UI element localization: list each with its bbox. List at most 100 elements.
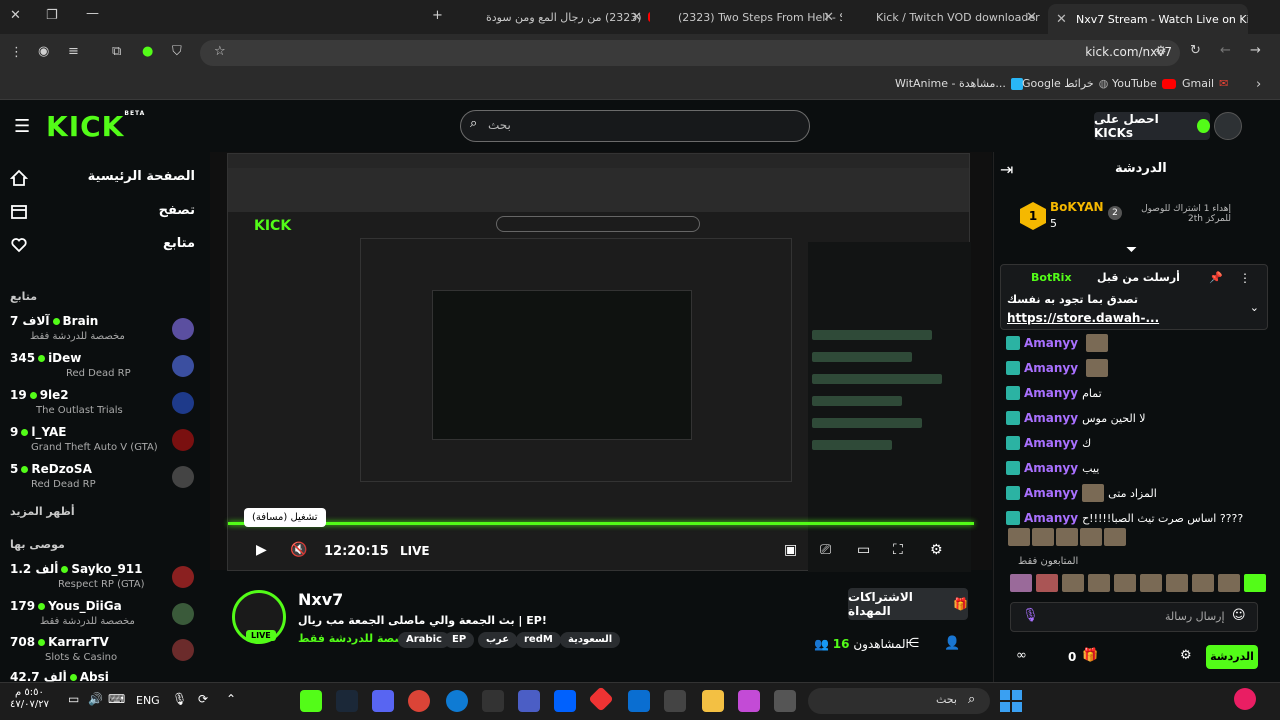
tray-expand-icon[interactable]: ⌃ (226, 692, 236, 706)
pinned-link[interactable]: https://store.dawah-... (1007, 311, 1159, 325)
sync-icon[interactable]: ⟳ (198, 692, 208, 706)
menu-dots-icon[interactable]: ⋮ (10, 45, 23, 60)
microphone-icon[interactable]: 🎙 (1022, 608, 1039, 623)
settings-gear-icon[interactable]: ⚙ (930, 542, 948, 560)
chat-filter-icon[interactable]: ⏷ (1126, 242, 1137, 258)
kick-logo[interactable]: KICKBETA (46, 110, 145, 143)
nav-browse[interactable]: تصفح (159, 203, 195, 218)
mute-icon[interactable]: 🔇 (290, 542, 308, 560)
chevron-down-icon[interactable]: ⌄ (1250, 301, 1259, 314)
discord-icon[interactable] (372, 690, 394, 712)
search-input[interactable] (460, 110, 810, 142)
chat-message: Amanyy ييب (1006, 457, 1099, 479)
close-tab-icon[interactable]: ✕ (823, 10, 834, 25)
video-progress-bar[interactable] (228, 522, 974, 525)
sidebar-channel-brain[interactable]: 7 آلاف Brain مخصصة للدردشة فقط (10, 314, 195, 350)
bookmarks-more-icon[interactable]: › (1256, 77, 1261, 92)
recommended-section-title: موصى بها (10, 538, 65, 551)
tab-kick-active[interactable]: ✕ Nxv7 Stream - Watch Live on Ki K (1048, 4, 1248, 34)
extension-icon[interactable]: ◉ (38, 44, 49, 59)
mic-tray-icon[interactable]: 🎙 (172, 692, 187, 706)
user-avatar[interactable] (1214, 112, 1242, 140)
forward-icon[interactable]: ← (1220, 43, 1231, 58)
nav-home[interactable]: الصفحة الرئيسية (88, 169, 195, 184)
sidebar-channel-idew[interactable]: 345 iDew Red Dead RP (10, 351, 195, 387)
sidebar-channel-karrartv[interactable]: 708 KarrarTV Slots & Casino (10, 635, 195, 671)
profile-tray-icon[interactable] (1234, 688, 1256, 710)
steam-icon[interactable] (336, 690, 358, 712)
task-view-icon[interactable] (774, 690, 796, 712)
sidebar-channel-absi[interactable]: 42.7 ألف Absi (10, 670, 195, 682)
follow-user-icon[interactable]: 👤 (944, 636, 960, 651)
outlook-icon[interactable] (628, 690, 650, 712)
notifications-icon[interactable]: ▭ (68, 692, 79, 706)
tag-saudi[interactable]: السعودية (560, 632, 621, 648)
streamer-name[interactable]: Nxv7 (298, 590, 343, 609)
pip-icon[interactable]: ▣ (784, 542, 802, 560)
bookmark-maps[interactable]: Google خرائط ◍ (1022, 77, 1108, 90)
tag-ep[interactable]: EP (444, 632, 475, 648)
playlist-icon[interactable]: ≡ (68, 44, 79, 59)
tab-vod-downloader[interactable]: ✕ Kick / Twitch VOD downloader D (850, 4, 1045, 30)
extension-badge-icon[interactable]: ● (142, 44, 153, 59)
tag-arab[interactable]: عرب (478, 632, 518, 648)
restore-window-icon[interactable]: ❐ (46, 8, 58, 23)
dropbox-icon[interactable] (554, 690, 576, 712)
gifted-subscriptions-button[interactable]: الاشتراكات المهداة 🎁 (848, 588, 968, 620)
chrome-icon[interactable] (408, 690, 430, 712)
bookmark-star-icon[interactable]: ☆ (214, 44, 226, 59)
fullscreen-icon[interactable]: ⛶ (893, 542, 911, 560)
tab-youtube-1[interactable]: ✕ (2323) من رجال المع ومن سودة (450, 4, 650, 30)
emoji-icon[interactable]: ☺ (1232, 608, 1246, 623)
extensions-puzzle-icon[interactable]: ⧉ (112, 44, 121, 59)
close-tab-icon[interactable]: ✕ (631, 10, 642, 25)
bookmark-gmail[interactable]: Gmail ✉ (1182, 77, 1228, 90)
collapse-chat-icon[interactable]: ⇥ (1000, 160, 1013, 179)
site-settings-icon[interactable]: ⚙ (1155, 44, 1167, 59)
close-window-icon[interactable]: ✕ (10, 8, 21, 23)
file-explorer-icon[interactable] (702, 690, 724, 712)
hamburger-menu-icon[interactable]: ☰ (14, 116, 30, 137)
app-icon[interactable] (518, 690, 540, 712)
nav-following[interactable]: متابع (163, 236, 195, 251)
send-chat-button[interactable]: الدردشة (1206, 645, 1258, 669)
tag-redm[interactable]: redM (516, 632, 561, 648)
tab-youtube-2[interactable]: ✕ (2323) Two Steps From Hell - St (652, 4, 842, 30)
gift-icon[interactable]: 🎁 (1082, 648, 1098, 663)
bookmark-witanime[interactable]: WitAnime - مشاهدة... (895, 77, 1023, 90)
copilot-icon[interactable] (738, 690, 760, 712)
address-bar[interactable] (200, 40, 1180, 66)
sidebar-channel-9le2[interactable]: 19 9le2 The Outlast Trials (10, 388, 195, 424)
sidebar-channel-lyae[interactable]: 9 l_YAE Grand Theft Auto V (GTA) (10, 425, 195, 461)
reload-icon[interactable]: ↻ (1190, 43, 1201, 58)
epic-games-icon[interactable] (482, 690, 504, 712)
language-indicator[interactable]: ENG (136, 694, 160, 707)
clip-icon[interactable]: ⎚ (820, 542, 838, 560)
volume-icon[interactable]: 🔊 (88, 692, 103, 706)
minimize-window-icon[interactable]: — (86, 6, 99, 21)
close-tab-icon[interactable]: ✕ (1056, 12, 1067, 27)
channel-points-icon[interactable]: ∞ (1016, 648, 1027, 663)
show-more-link[interactable]: أظهر المزيد (10, 505, 75, 518)
sidebar-channel-yous[interactable]: 179 Yous_DiiGa مخصصة للدردشة فقط (10, 599, 195, 635)
shield-icon[interactable]: ⛉ (172, 44, 182, 59)
sidebar-channel-sayko[interactable]: 1.2 ألف Sayko_911 Respect RP (GTA) (10, 562, 195, 598)
new-tab-icon[interactable]: + (432, 8, 443, 23)
sidebar-channel-redzosa[interactable]: 5 ReDzoSA Red Dead RP (10, 462, 195, 498)
bookmark-youtube[interactable]: YouTube (1112, 77, 1176, 90)
edge-icon[interactable] (446, 690, 468, 712)
taskbar-search[interactable] (808, 688, 990, 714)
get-kicks-button[interactable]: احصل على KICKs (1094, 112, 1210, 140)
chat-settings-icon[interactable]: ⚙ (1180, 648, 1192, 663)
windows-start-icon[interactable] (1000, 690, 1022, 712)
network-icon[interactable]: ⌨ (108, 692, 125, 706)
kebab-menu-icon[interactable]: ⋮ (1239, 271, 1251, 285)
nested-video-content-2 (432, 290, 692, 440)
play-icon[interactable]: ▶ (256, 542, 274, 560)
kick-app-icon[interactable] (300, 690, 322, 712)
back-icon[interactable]: → (1250, 43, 1261, 58)
theater-mode-icon[interactable]: ▭ (857, 542, 875, 560)
tag-arabic[interactable]: Arabic (398, 632, 450, 648)
calculator-icon[interactable] (664, 690, 686, 712)
close-tab-icon[interactable]: ✕ (1026, 10, 1037, 25)
